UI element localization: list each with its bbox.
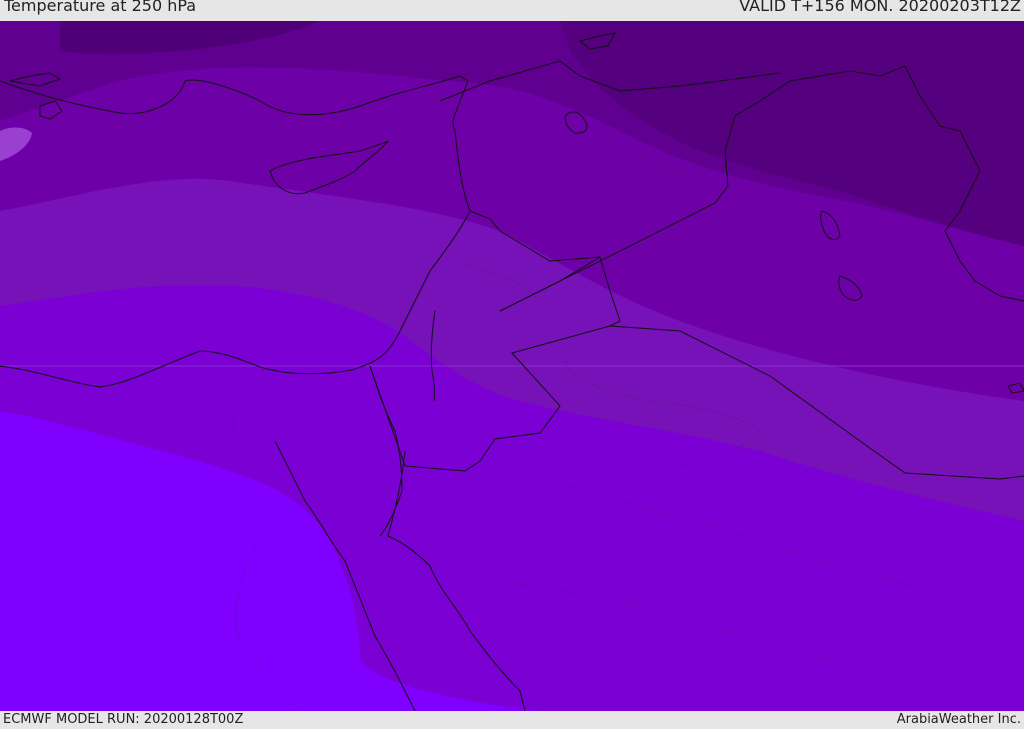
footer-bar: ECMWF MODEL RUN: 20200128T00Z ArabiaWeat… [0,711,1024,729]
credit-label: ArabiaWeather Inc. [896,712,1021,727]
header-bar: Temperature at 250 hPa VALID T+156 MON. … [0,0,1024,21]
map-title: Temperature at 250 hPa [4,0,197,15]
temperature-map [0,21,1024,711]
valid-time: VALID T+156 MON. 20200203T12Z [739,0,1021,15]
map-canvas [0,21,1024,711]
model-run-label: ECMWF MODEL RUN: 20200128T00Z [3,712,244,727]
